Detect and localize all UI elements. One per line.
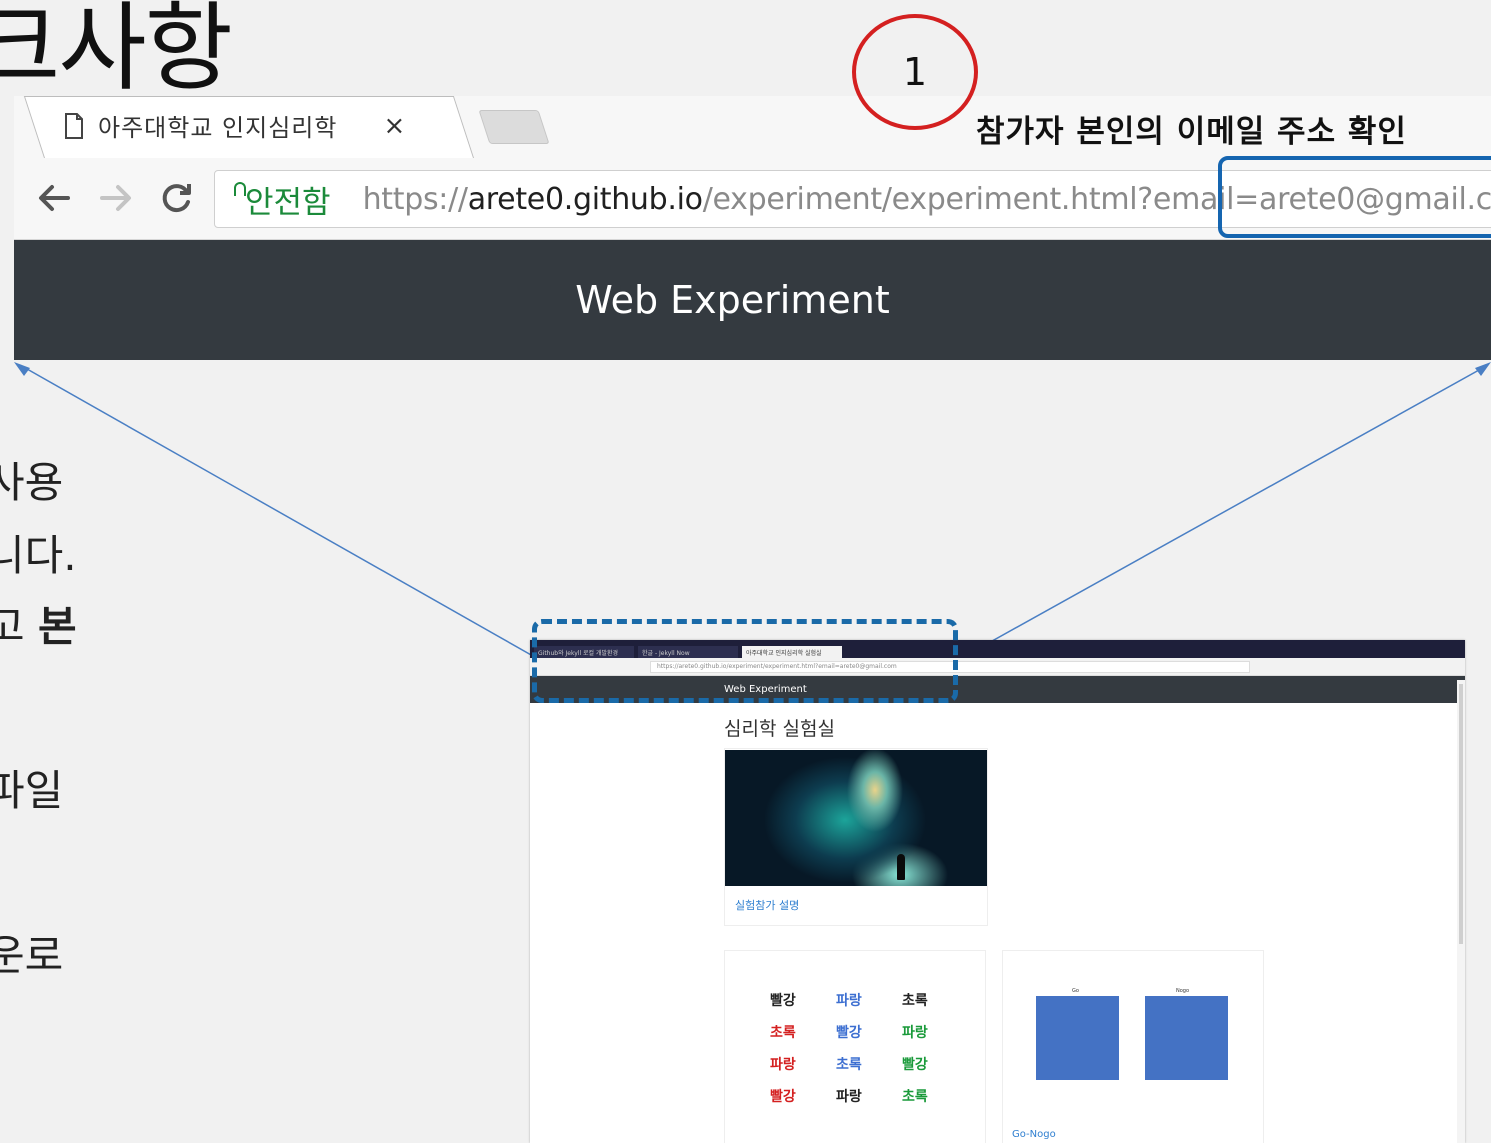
- mini-galaxy-face-image: [725, 750, 987, 886]
- stroop-word: 초록: [770, 1025, 796, 1041]
- mini-page-title: 심리학 실험실: [724, 718, 835, 740]
- stroop-word: 초록: [902, 1089, 928, 1105]
- stroop-word: 빨강: [770, 1089, 796, 1105]
- page-screenshot-thumbnail: Github와 Jekyll 로컬 개발환경 한글 - Jekyll Now 아…: [530, 640, 1465, 1143]
- stroop-word: 파랑: [836, 1089, 862, 1105]
- stroop-word: 파랑: [902, 1025, 928, 1041]
- dashed-zoom-region: [532, 619, 958, 703]
- stroop-word: 초록: [902, 993, 928, 1009]
- chart-label-nogo: Nogo: [1176, 988, 1190, 994]
- mini-gonogo-link: Go-Nogo: [1012, 1129, 1056, 1140]
- chart-label-go: Go: [1072, 988, 1079, 994]
- mini-card-link: 실험참가 설명: [735, 899, 800, 912]
- stroop-word: 빨강: [902, 1057, 928, 1073]
- stroop-word: 초록: [836, 1057, 862, 1073]
- chart-bar-go: [1036, 996, 1119, 1080]
- stroop-word: 빨강: [836, 1025, 862, 1041]
- mini-stroop-grid: 빨강 파랑 초록 초록 빨강 파랑 파랑 초록 빨강 빨강 파랑 초록: [770, 990, 968, 1106]
- chart-bar-nogo: [1145, 996, 1228, 1080]
- mini-silhouette: [897, 854, 905, 880]
- stroop-word: 파랑: [836, 993, 862, 1009]
- stroop-word: 파랑: [770, 1057, 796, 1073]
- mini-scrollbar: [1457, 680, 1465, 1143]
- stroop-word: 빨강: [770, 993, 796, 1009]
